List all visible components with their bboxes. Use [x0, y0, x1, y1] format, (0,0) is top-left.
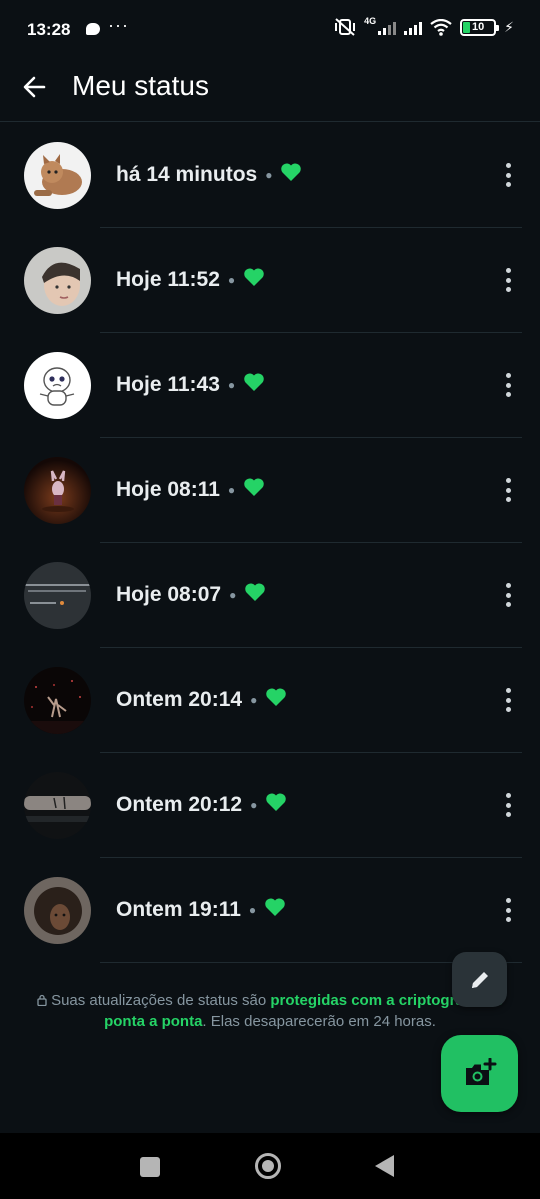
- status-thumbnail: [24, 562, 91, 629]
- new-photo-status-button[interactable]: [441, 1035, 518, 1112]
- status-thumbnail: [24, 457, 91, 524]
- wifi-icon: [430, 18, 452, 36]
- status-thumbnail: [24, 247, 91, 314]
- signal-icon-1: [378, 19, 397, 35]
- status-row[interactable]: Hoje 11:52 ●: [0, 228, 540, 333]
- home-icon[interactable]: [255, 1153, 281, 1179]
- status-row[interactable]: Ontem 19:11 ●: [0, 858, 540, 963]
- separator-dot: ●: [227, 378, 236, 392]
- camera-add-icon: [465, 1057, 496, 1085]
- heart-icon: [245, 583, 266, 601]
- status-row[interactable]: Hoje 08:07 ●: [0, 543, 540, 648]
- system-nav-bar: [0, 1133, 540, 1199]
- more-options-icon[interactable]: [504, 478, 512, 502]
- new-text-status-button[interactable]: [452, 952, 507, 1007]
- more-options-icon[interactable]: [504, 163, 512, 187]
- status-time-label: Ontem 20:14: [116, 688, 243, 711]
- note-suffix: . Elas desaparecerão em 24 horas.: [202, 1013, 436, 1030]
- separator-dot: ●: [227, 483, 236, 497]
- status-time-label: Ontem 19:11: [116, 898, 241, 921]
- status-thumbnail: [24, 142, 91, 209]
- more-options-icon[interactable]: [504, 268, 512, 292]
- status-thumbnail: [24, 352, 91, 419]
- heart-icon: [244, 478, 264, 496]
- status-row[interactable]: Hoje 08:11 ●: [0, 438, 540, 543]
- more-options-icon[interactable]: [504, 373, 512, 397]
- heart-icon: [281, 163, 302, 181]
- chat-notification-icon: [86, 23, 100, 35]
- status-time: 13:28: [27, 20, 71, 39]
- more-options-icon[interactable]: [504, 583, 512, 607]
- status-time-label: Hoje 11:52: [116, 268, 220, 291]
- status-time-label: Ontem 20:12: [116, 793, 243, 816]
- separator-dot: ●: [265, 168, 273, 182]
- recents-icon[interactable]: [140, 1157, 160, 1177]
- heart-icon: [244, 373, 264, 391]
- heart-icon: [265, 898, 285, 916]
- status-time-label: há 14 minutos: [116, 163, 258, 186]
- nav-back-icon[interactable]: [375, 1155, 394, 1177]
- more-notifications-icon: ···: [108, 15, 129, 35]
- status-thumbnail: [24, 877, 91, 944]
- lock-icon: [37, 994, 47, 1006]
- separator-dot: ●: [229, 588, 237, 602]
- separator-dot: ●: [250, 693, 258, 707]
- status-thumbnail: [24, 667, 91, 734]
- page-title: Meu status: [72, 70, 209, 101]
- status-row[interactable]: há 14 minutos ●: [0, 123, 540, 228]
- more-options-icon[interactable]: [504, 688, 512, 712]
- charging-icon: ⚡: [504, 18, 514, 35]
- status-row[interactable]: Hoje 11:43 ●: [0, 333, 540, 438]
- encryption-note: Suas atualizações de status são protegid…: [20, 990, 520, 1032]
- vibrate-off-icon: [335, 18, 356, 36]
- separator-dot: ●: [227, 273, 236, 287]
- heart-icon: [244, 268, 264, 286]
- heart-icon: [266, 688, 287, 706]
- more-options-icon[interactable]: [504, 898, 512, 922]
- status-time-label: Hoje 11:43: [116, 373, 220, 396]
- status-row[interactable]: Ontem 20:12 ●: [0, 753, 540, 858]
- status-thumbnail: [24, 772, 91, 839]
- heart-icon: [266, 793, 287, 811]
- status-list: há 14 minutos ● Hoje 11:52 ● Hoje 11:43 …: [0, 123, 540, 963]
- network-type: 4G: [364, 16, 377, 26]
- status-row[interactable]: Ontem 20:14 ●: [0, 648, 540, 753]
- status-time-label: Hoje 08:11: [116, 478, 220, 501]
- note-prefix: Suas atualizações de status são: [51, 992, 271, 1009]
- more-options-icon[interactable]: [504, 793, 512, 817]
- battery-indicator: 10: [460, 18, 500, 36]
- pencil-icon: [471, 971, 488, 988]
- signal-icon-2: [404, 19, 423, 35]
- app-header: Meu status: [0, 60, 540, 122]
- status-time-label: Hoje 08:07: [116, 583, 222, 606]
- separator-dot: ●: [250, 798, 258, 812]
- back-arrow-icon[interactable]: [20, 72, 50, 102]
- separator-dot: ●: [248, 903, 257, 917]
- status-bar: 13:28 ··· 4G 10 ⚡: [0, 0, 540, 60]
